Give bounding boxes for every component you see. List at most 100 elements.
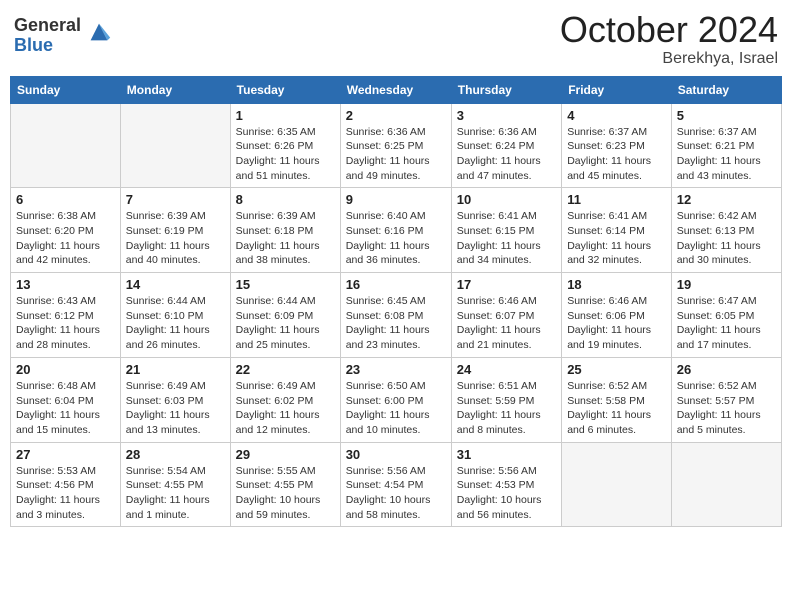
weekday-header-wednesday: Wednesday (340, 76, 451, 103)
weekday-header-row: SundayMondayTuesdayWednesdayThursdayFrid… (11, 76, 782, 103)
location: Berekhya, Israel (560, 50, 778, 68)
calendar-cell: 23 Sunrise: 6:50 AM Sunset: 6:00 PM Dayli… (340, 357, 451, 442)
day-info: Sunrise: 6:39 AM Sunset: 6:19 PM Dayligh… (126, 209, 225, 268)
calendar-cell: 19 Sunrise: 6:47 AM Sunset: 6:05 PM Dayli… (671, 273, 781, 358)
day-info: Sunrise: 6:37 AM Sunset: 6:23 PM Dayligh… (567, 125, 666, 184)
calendar-cell: 11Sunrise: 6:41 AM Sunset: 6:14 PM Dayli… (562, 188, 672, 273)
calendar-cell: 12 Sunrise: 6:42 AM Sunset: 6:13 PM Dayli… (671, 188, 781, 273)
calendar-cell: 27 Sunrise: 5:53 AM Sunset: 4:56 PM Dayli… (11, 442, 121, 527)
day-info: Sunrise: 6:46 AM Sunset: 6:06 PM Dayligh… (567, 294, 666, 353)
day-number: 18 (567, 277, 666, 292)
weekday-header-sunday: Sunday (11, 76, 121, 103)
day-number: 30 (346, 447, 446, 462)
calendar-cell: 31 Sunrise: 5:56 AM Sunset: 4:53 PM Dayli… (451, 442, 561, 527)
day-info: Sunrise: 6:35 AM Sunset: 6:26 PM Dayligh… (236, 125, 335, 184)
calendar-cell: 14Sunrise: 6:44 AM Sunset: 6:10 PM Dayli… (120, 273, 230, 358)
calendar-cell: 24 Sunrise: 6:51 AM Sunset: 5:59 PM Dayli… (451, 357, 561, 442)
day-info: Sunrise: 6:50 AM Sunset: 6:00 PM Dayligh… (346, 379, 446, 438)
day-info: Sunrise: 5:55 AM Sunset: 4:55 PM Dayligh… (236, 464, 335, 523)
day-number: 27 (16, 447, 115, 462)
calendar-cell (671, 442, 781, 527)
day-info: Sunrise: 6:52 AM Sunset: 5:58 PM Dayligh… (567, 379, 666, 438)
day-info: Sunrise: 6:37 AM Sunset: 6:21 PM Dayligh… (677, 125, 776, 184)
day-info: Sunrise: 6:49 AM Sunset: 6:02 PM Dayligh… (236, 379, 335, 438)
day-info: Sunrise: 6:47 AM Sunset: 6:05 PM Dayligh… (677, 294, 776, 353)
weekday-header-tuesday: Tuesday (230, 76, 340, 103)
week-row-4: 20Sunrise: 6:48 AM Sunset: 6:04 PM Dayli… (11, 357, 782, 442)
calendar-cell: 8 Sunrise: 6:39 AM Sunset: 6:18 PM Daylig… (230, 188, 340, 273)
day-number: 19 (677, 277, 776, 292)
day-number: 15 (236, 277, 335, 292)
day-info: Sunrise: 6:40 AM Sunset: 6:16 PM Dayligh… (346, 209, 446, 268)
day-info: Sunrise: 6:46 AM Sunset: 6:07 PM Dayligh… (457, 294, 556, 353)
day-info: Sunrise: 6:38 AM Sunset: 6:20 PM Dayligh… (16, 209, 115, 268)
day-number: 4 (567, 108, 666, 123)
day-number: 25 (567, 362, 666, 377)
day-info: Sunrise: 5:56 AM Sunset: 4:53 PM Dayligh… (457, 464, 556, 523)
calendar-cell: 4 Sunrise: 6:37 AM Sunset: 6:23 PM Daylig… (562, 103, 672, 188)
day-number: 1 (236, 108, 335, 123)
calendar-cell: 5 Sunrise: 6:37 AM Sunset: 6:21 PM Daylig… (671, 103, 781, 188)
weekday-header-thursday: Thursday (451, 76, 561, 103)
weekday-header-friday: Friday (562, 76, 672, 103)
day-info: Sunrise: 6:39 AM Sunset: 6:18 PM Dayligh… (236, 209, 335, 268)
day-number: 3 (457, 108, 556, 123)
day-info: Sunrise: 6:36 AM Sunset: 6:25 PM Dayligh… (346, 125, 446, 184)
weekday-header-monday: Monday (120, 76, 230, 103)
calendar-cell: 17Sunrise: 6:46 AM Sunset: 6:07 PM Dayli… (451, 273, 561, 358)
calendar-cell: 20Sunrise: 6:48 AM Sunset: 6:04 PM Dayli… (11, 357, 121, 442)
day-number: 8 (236, 192, 335, 207)
day-info: Sunrise: 5:56 AM Sunset: 4:54 PM Dayligh… (346, 464, 446, 523)
calendar-cell: 30 Sunrise: 5:56 AM Sunset: 4:54 PM Dayli… (340, 442, 451, 527)
day-number: 5 (677, 108, 776, 123)
day-info: Sunrise: 6:41 AM Sunset: 6:14 PM Dayligh… (567, 209, 666, 268)
day-number: 16 (346, 277, 446, 292)
logo: General Blue (14, 16, 113, 56)
day-info: Sunrise: 6:44 AM Sunset: 6:09 PM Dayligh… (236, 294, 335, 353)
calendar-cell (562, 442, 672, 527)
week-row-5: 27 Sunrise: 5:53 AM Sunset: 4:56 PM Dayli… (11, 442, 782, 527)
day-number: 24 (457, 362, 556, 377)
title-area: October 2024 Berekhya, Israel (560, 10, 778, 68)
day-number: 26 (677, 362, 776, 377)
logo-general-text: General (14, 16, 81, 36)
month-title: October 2024 (560, 10, 778, 50)
calendar-cell: 13Sunrise: 6:43 AM Sunset: 6:12 PM Dayli… (11, 273, 121, 358)
week-row-2: 6 Sunrise: 6:38 AM Sunset: 6:20 PM Daylig… (11, 188, 782, 273)
day-number: 13 (16, 277, 115, 292)
day-number: 23 (346, 362, 446, 377)
calendar-cell: 3Sunrise: 6:36 AM Sunset: 6:24 PM Daylig… (451, 103, 561, 188)
calendar-cell: 15 Sunrise: 6:44 AM Sunset: 6:09 PM Dayli… (230, 273, 340, 358)
day-number: 22 (236, 362, 335, 377)
logo-blue-text: Blue (14, 36, 81, 56)
day-number: 21 (126, 362, 225, 377)
day-number: 9 (346, 192, 446, 207)
day-number: 28 (126, 447, 225, 462)
day-info: Sunrise: 6:51 AM Sunset: 5:59 PM Dayligh… (457, 379, 556, 438)
week-row-1: 1 Sunrise: 6:35 AM Sunset: 6:26 PM Daylig… (11, 103, 782, 188)
calendar-cell: 25 Sunrise: 6:52 AM Sunset: 5:58 PM Dayli… (562, 357, 672, 442)
day-info: Sunrise: 5:54 AM Sunset: 4:55 PM Dayligh… (126, 464, 225, 523)
day-number: 6 (16, 192, 115, 207)
day-number: 31 (457, 447, 556, 462)
day-number: 2 (346, 108, 446, 123)
day-number: 12 (677, 192, 776, 207)
day-number: 14 (126, 277, 225, 292)
calendar-cell: 22 Sunrise: 6:49 AM Sunset: 6:02 PM Dayli… (230, 357, 340, 442)
calendar: SundayMondayTuesdayWednesdayThursdayFrid… (10, 76, 782, 528)
page-header: General Blue October 2024 Berekhya, Isra… (10, 10, 782, 68)
logo-icon (85, 18, 113, 46)
day-info: Sunrise: 6:42 AM Sunset: 6:13 PM Dayligh… (677, 209, 776, 268)
calendar-cell: 2 Sunrise: 6:36 AM Sunset: 6:25 PM Daylig… (340, 103, 451, 188)
calendar-cell: 1 Sunrise: 6:35 AM Sunset: 6:26 PM Daylig… (230, 103, 340, 188)
day-info: Sunrise: 6:45 AM Sunset: 6:08 PM Dayligh… (346, 294, 446, 353)
day-number: 10 (457, 192, 556, 207)
week-row-3: 13Sunrise: 6:43 AM Sunset: 6:12 PM Dayli… (11, 273, 782, 358)
day-number: 7 (126, 192, 225, 207)
calendar-cell: 29 Sunrise: 5:55 AM Sunset: 4:55 PM Dayli… (230, 442, 340, 527)
calendar-cell: 6 Sunrise: 6:38 AM Sunset: 6:20 PM Daylig… (11, 188, 121, 273)
day-number: 20 (16, 362, 115, 377)
calendar-cell: 16 Sunrise: 6:45 AM Sunset: 6:08 PM Dayli… (340, 273, 451, 358)
day-number: 29 (236, 447, 335, 462)
day-info: Sunrise: 5:53 AM Sunset: 4:56 PM Dayligh… (16, 464, 115, 523)
